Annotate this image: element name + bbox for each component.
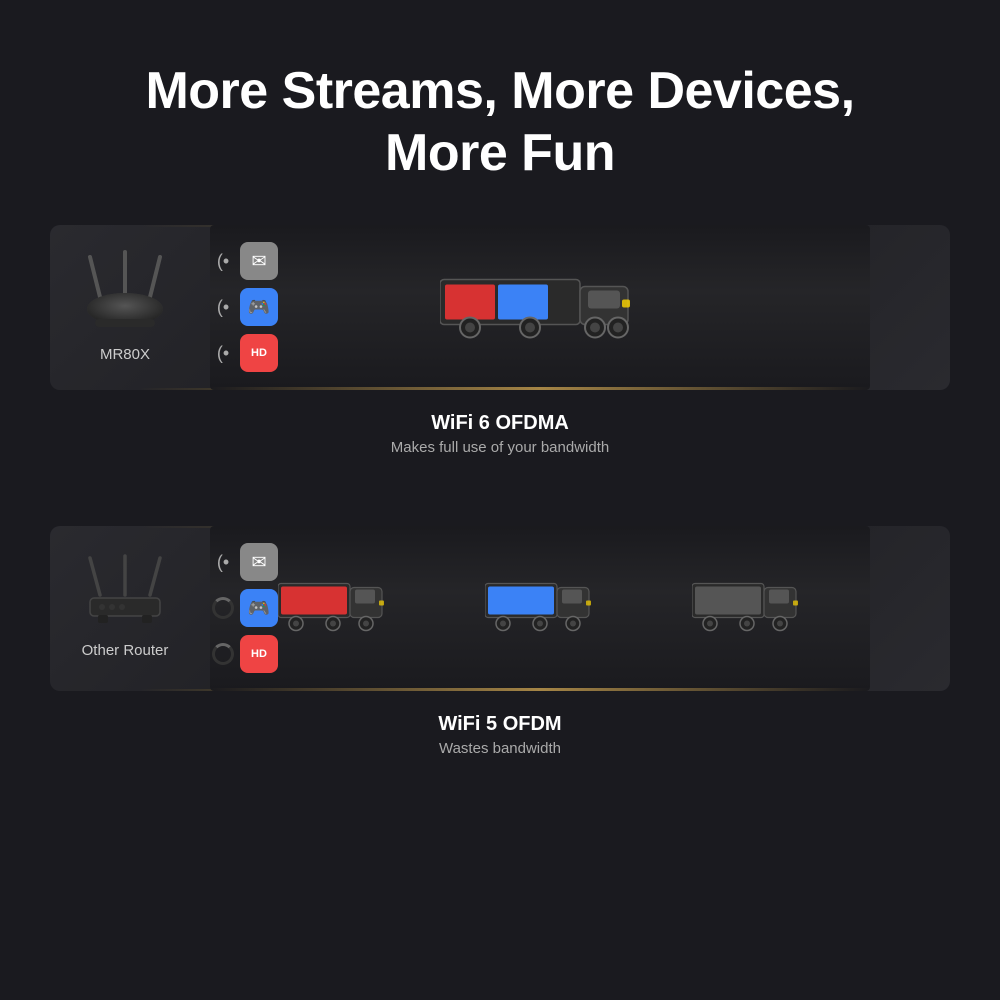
title-line1: More Streams, More Devices,: [145, 60, 854, 122]
wifi5-label: WiFi 5 OFDM: [50, 713, 950, 736]
email-badge: ✉: [240, 242, 278, 280]
title-line2: More Fun: [145, 122, 854, 184]
other-router-icons: (• ✉ 🎮 HD: [200, 533, 300, 683]
comparison-section-bottom: Other Router: [50, 526, 950, 787]
other-hd-badge: HD: [240, 635, 278, 673]
big-truck: [440, 265, 640, 350]
other-icon-row-email: (• ✉: [212, 543, 278, 581]
other-router-image: Other Router: [50, 548, 200, 669]
mr80x-router-image: MR80X: [50, 242, 200, 373]
mr80x-desc: WiFi 6 OFDMA Makes full use of your band…: [50, 412, 950, 456]
wifi6-desc: Makes full use of your bandwidth: [50, 439, 950, 456]
other-router-label: Other Router: [82, 642, 169, 659]
hd-loading-ring: [212, 643, 234, 665]
other-icon-row-gaming: 🎮: [212, 589, 278, 627]
gaming-badge: 🎮: [240, 288, 278, 326]
mr80x-router-icon: [75, 242, 175, 342]
wifi-signal-hd: (•: [212, 343, 234, 364]
trucks-row: [210, 576, 870, 641]
mr80x-panel: MR80X: [50, 225, 950, 390]
other-router-desc: WiFi 5 OFDM Wastes bandwidth: [50, 713, 950, 757]
page-title: More Streams, More Devices, More Fun: [145, 60, 854, 185]
wifi-signal-email: (•: [212, 251, 234, 272]
comparison-section-top: MR80X: [50, 225, 950, 486]
icon-row-gaming: (• 🎮: [212, 288, 278, 326]
icon-row-hd: (• HD: [212, 334, 278, 372]
mr80x-road: [210, 225, 870, 390]
mr80x-icons: (• ✉ (• 🎮 (• HD: [200, 232, 300, 382]
other-email-badge: ✉: [240, 543, 278, 581]
wifi6-label: WiFi 6 OFDMA: [50, 412, 950, 435]
wifi5-desc: Wastes bandwidth: [50, 740, 950, 757]
other-router-road: [210, 526, 870, 691]
truck-2: [485, 576, 595, 641]
mr80x-label: MR80X: [100, 346, 150, 363]
gaming-loading-ring: [212, 597, 234, 619]
mr80x-road-content: [210, 225, 870, 390]
other-router-icon: [80, 548, 170, 638]
truck-3: [692, 576, 802, 641]
wifi-signal-gaming: (•: [212, 297, 234, 318]
other-wifi-signal-email: (•: [212, 552, 234, 573]
icon-row-email: (• ✉: [212, 242, 278, 280]
other-gaming-badge: 🎮: [240, 589, 278, 627]
other-router-panel: Other Router: [50, 526, 950, 691]
other-icon-row-hd: HD: [212, 635, 278, 673]
hd-badge: HD: [240, 334, 278, 372]
other-router-road-content: [210, 526, 870, 691]
